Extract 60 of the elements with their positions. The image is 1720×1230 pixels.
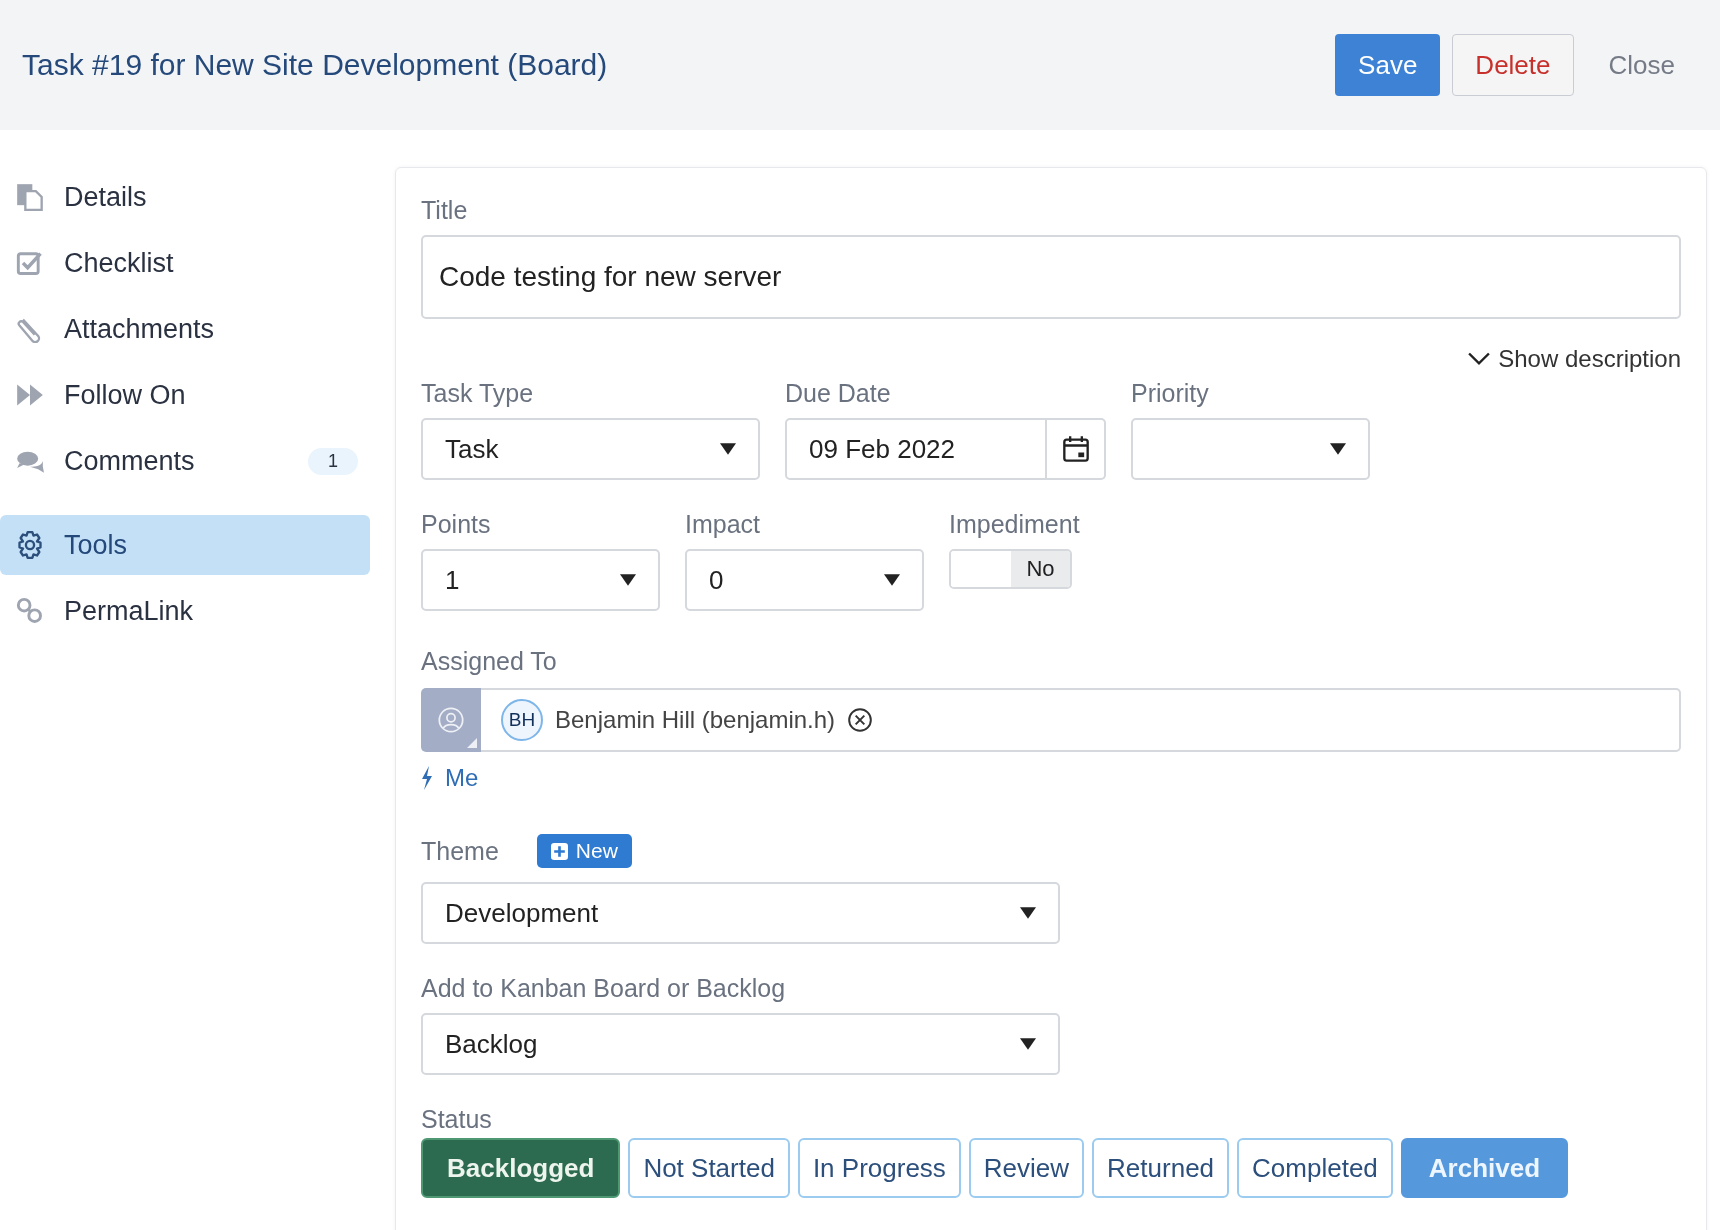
calendar-icon xyxy=(1061,435,1090,463)
sidebar-item[interactable]: PermaLink xyxy=(0,581,370,641)
caret-icon xyxy=(1020,907,1036,919)
field-label: Impediment xyxy=(949,510,1080,539)
theme-select[interactable]: Development xyxy=(421,882,1060,944)
assignee-field[interactable]: BH Benjamin Hill (benjamin.h) xyxy=(481,688,1681,752)
sidebar-item[interactable]: Follow On xyxy=(0,365,370,425)
document-icon xyxy=(16,183,44,211)
field-label: Impact xyxy=(685,510,762,539)
status-button[interactable]: Not Started xyxy=(628,1138,790,1198)
assignee-name: Benjamin Hill (benjamin.h) xyxy=(555,706,836,734)
caret-icon xyxy=(1020,1038,1036,1050)
board-select[interactable]: Backlog xyxy=(421,1013,1060,1075)
caret-icon xyxy=(1330,443,1346,455)
field-label: Status xyxy=(421,1105,493,1134)
sidebar-item[interactable]: Tools xyxy=(0,515,370,575)
sidebar-item[interactable]: Checklist xyxy=(0,233,370,293)
chevron-down-icon xyxy=(1468,352,1491,366)
link-icon xyxy=(16,597,44,625)
field-label: Task Type xyxy=(421,379,535,408)
field-label: Due Date xyxy=(785,379,892,408)
field-label: Priority xyxy=(1131,379,1210,408)
status-button[interactable]: In Progress xyxy=(797,1138,961,1198)
status-button[interactable]: Review xyxy=(968,1138,1085,1198)
plus-icon xyxy=(550,842,568,860)
count-badge: 1 xyxy=(308,447,358,475)
sidebar-item[interactable]: Details xyxy=(0,167,370,227)
title-field[interactable]: Code testing for new server xyxy=(421,235,1681,319)
caret-icon xyxy=(620,574,636,586)
lightning-icon xyxy=(421,766,433,790)
delete-button[interactable]: Delete xyxy=(1452,34,1574,96)
task-type-select[interactable]: Task xyxy=(421,418,760,480)
calendar-button[interactable] xyxy=(1047,418,1106,480)
sidebar-item[interactable]: Attachments xyxy=(0,299,370,359)
status-button[interactable]: Completed xyxy=(1237,1138,1393,1198)
save-button[interactable]: Save xyxy=(1335,34,1441,96)
caret-icon xyxy=(720,443,736,455)
impact-select[interactable]: 0 xyxy=(685,549,924,611)
remove-icon[interactable] xyxy=(847,707,874,733)
field-label: Assigned To xyxy=(421,647,558,676)
field-label: Points xyxy=(421,510,492,539)
due-date-field[interactable]: 09 Feb 2022 xyxy=(785,418,1047,480)
assign-me-link[interactable]: Me xyxy=(421,764,479,792)
avatar-initials: BH xyxy=(501,699,543,741)
window-title: Task #19 for New Site Development (Board) xyxy=(22,48,608,82)
field-label: Add to Kanban Board or Backlog xyxy=(421,974,787,1003)
impediment-toggle[interactable]: No xyxy=(949,549,1072,589)
status-button[interactable]: Backlogged xyxy=(421,1138,621,1198)
caret-icon xyxy=(884,574,900,586)
status-button[interactable]: Returned xyxy=(1092,1138,1230,1198)
show-description-link[interactable]: Show description xyxy=(421,345,1681,373)
settings-icon xyxy=(16,531,44,559)
close-button[interactable]: Close xyxy=(1585,34,1698,96)
points-select[interactable]: 1 xyxy=(421,549,660,611)
sidebar-item[interactable]: Comments 1 xyxy=(0,431,370,491)
user-icon xyxy=(437,706,465,734)
new-theme-button[interactable]: New xyxy=(536,834,632,868)
checkbox-icon xyxy=(16,249,44,277)
field-label: Theme xyxy=(421,836,499,866)
field-label: Title xyxy=(421,196,469,225)
